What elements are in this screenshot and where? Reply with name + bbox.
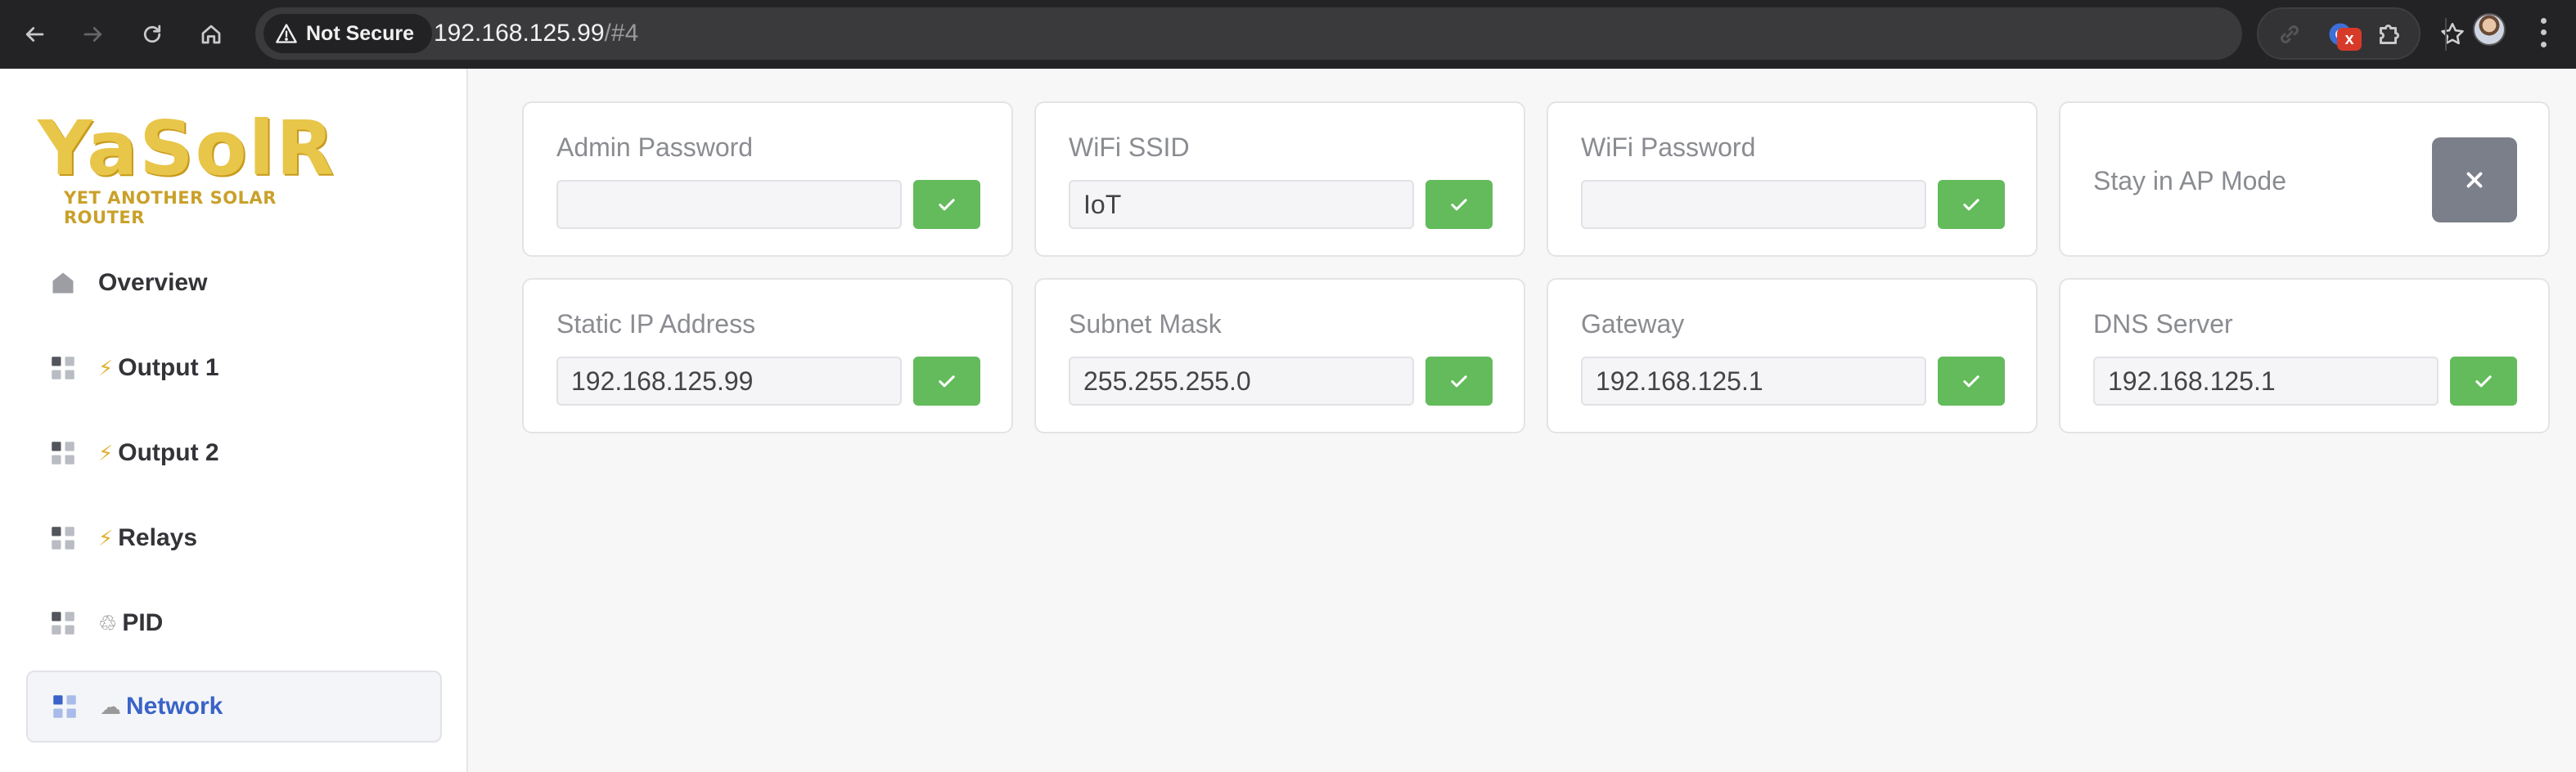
save-dns-server-button[interactable] bbox=[2450, 357, 2517, 406]
card-dns-server: DNS Server bbox=[2059, 278, 2550, 433]
card-gateway: Gateway bbox=[1547, 278, 2038, 433]
check-icon bbox=[939, 375, 955, 388]
forward-icon[interactable] bbox=[70, 11, 116, 57]
check-icon bbox=[1963, 199, 1979, 211]
sidebar-item-pid[interactable]: ♲ PID bbox=[26, 587, 442, 659]
sidebar-item-output-1[interactable]: ⚡ Output 1 bbox=[26, 332, 442, 404]
card-title: WiFi SSID bbox=[1069, 132, 1190, 162]
stay-ap-mode-toggle[interactable] bbox=[2432, 137, 2517, 222]
back-icon[interactable] bbox=[11, 11, 57, 57]
sidebar-item-relays[interactable]: ⚡ Relays bbox=[26, 502, 442, 574]
security-label: Not Secure bbox=[306, 21, 414, 45]
grid-icon bbox=[52, 357, 74, 379]
subnet-mask-input[interactable] bbox=[1069, 357, 1414, 406]
close-icon bbox=[2466, 172, 2483, 188]
security-chip[interactable]: Not Secure bbox=[263, 14, 432, 53]
grid-icon bbox=[53, 695, 76, 718]
gateway-input[interactable] bbox=[1581, 357, 1926, 406]
url-host: 192.168.125.99 bbox=[434, 20, 605, 47]
sidebar-item-label: Overview bbox=[98, 269, 208, 296]
check-icon bbox=[1451, 375, 1467, 388]
sidebar-item-label: Output 1 bbox=[118, 354, 219, 381]
toolbar-divider bbox=[2445, 18, 2447, 51]
sidebar: YaSolR YET ANOTHER SOLAR ROUTER Overview… bbox=[0, 69, 468, 772]
puzzle-icon[interactable] bbox=[2375, 20, 2404, 49]
sidebar-item-label: Network bbox=[126, 693, 223, 720]
bolt-icon: ⚡ bbox=[98, 440, 114, 465]
wifi-ssid-input[interactable] bbox=[1069, 180, 1414, 229]
url-text[interactable]: 192.168.125.99/#4 bbox=[434, 20, 638, 47]
logo-tagline: YET ANOTHER SOLAR ROUTER bbox=[64, 188, 277, 227]
card-title: Stay in AP Mode bbox=[2093, 166, 2286, 195]
avatar[interactable] bbox=[2473, 13, 2506, 46]
save-static-ip-button[interactable] bbox=[913, 357, 980, 406]
star-icon[interactable] bbox=[2439, 20, 2466, 48]
save-admin-password-button[interactable] bbox=[913, 180, 980, 229]
url-path: /#4 bbox=[604, 20, 639, 47]
grid-icon bbox=[52, 442, 74, 465]
sidebar-item-overview[interactable]: Overview bbox=[26, 247, 442, 319]
check-icon bbox=[2475, 375, 2492, 388]
bolt-icon: ⚡ bbox=[98, 355, 114, 380]
card-title: WiFi Password bbox=[1581, 132, 1756, 162]
check-icon bbox=[1451, 199, 1467, 211]
save-subnet-mask-button[interactable] bbox=[1425, 357, 1493, 406]
card-static-ip: Static IP Address bbox=[522, 278, 1013, 433]
save-wifi-ssid-button[interactable] bbox=[1425, 180, 1493, 229]
card-wifi-ssid: WiFi SSID bbox=[1034, 101, 1525, 257]
reload-icon[interactable] bbox=[129, 11, 175, 57]
card-wifi-password: WiFi Password bbox=[1547, 101, 2038, 257]
browser-toolbar: Not Secure 192.168.125.99/#4 x bbox=[0, 0, 2576, 69]
save-wifi-password-button[interactable] bbox=[1938, 180, 2005, 229]
card-title: Static IP Address bbox=[556, 309, 756, 339]
sidebar-item-label: Relays bbox=[118, 524, 198, 551]
card-title: DNS Server bbox=[2093, 309, 2233, 339]
wifi-password-input[interactable] bbox=[1581, 180, 1926, 229]
link-icon[interactable] bbox=[2275, 20, 2304, 49]
save-gateway-button[interactable] bbox=[1938, 357, 2005, 406]
extension-badge: x bbox=[2337, 28, 2362, 51]
static-ip-input[interactable] bbox=[556, 357, 902, 406]
grid-icon bbox=[52, 612, 74, 635]
logo-word: YaSolR bbox=[38, 105, 336, 192]
cloud-icon: ☁ bbox=[100, 693, 121, 719]
card-admin-password: Admin Password bbox=[522, 101, 1013, 257]
check-icon bbox=[939, 199, 955, 211]
sidebar-item-label: Output 2 bbox=[118, 439, 219, 466]
bolt-icon: ⚡ bbox=[98, 525, 114, 550]
more-icon[interactable] bbox=[2529, 15, 2558, 51]
admin-password-input[interactable] bbox=[556, 180, 902, 229]
recycle-icon: ♲ bbox=[98, 610, 118, 635]
card-title: Gateway bbox=[1581, 309, 1685, 339]
check-icon bbox=[1963, 375, 1979, 388]
grid-icon bbox=[52, 527, 74, 550]
card-subnet-mask: Subnet Mask bbox=[1034, 278, 1525, 433]
card-title: Subnet Mask bbox=[1069, 309, 1222, 339]
warning-icon bbox=[276, 24, 297, 43]
home-icon bbox=[52, 272, 74, 294]
card-stay-ap-mode: Stay in AP Mode bbox=[2059, 101, 2550, 257]
address-bar[interactable]: Not Secure 192.168.125.99/#4 bbox=[255, 7, 2464, 60]
dns-server-input[interactable] bbox=[2093, 357, 2439, 406]
logo[interactable]: YaSolR YET ANOTHER SOLAR ROUTER bbox=[38, 105, 349, 228]
sidebar-item-network[interactable]: ☁ Network bbox=[26, 671, 442, 743]
card-title: Admin Password bbox=[556, 132, 754, 162]
sidebar-item-output-2[interactable]: ⚡ Output 2 bbox=[26, 417, 442, 489]
sidebar-item-label: PID bbox=[122, 609, 164, 636]
home-icon[interactable] bbox=[188, 11, 234, 57]
